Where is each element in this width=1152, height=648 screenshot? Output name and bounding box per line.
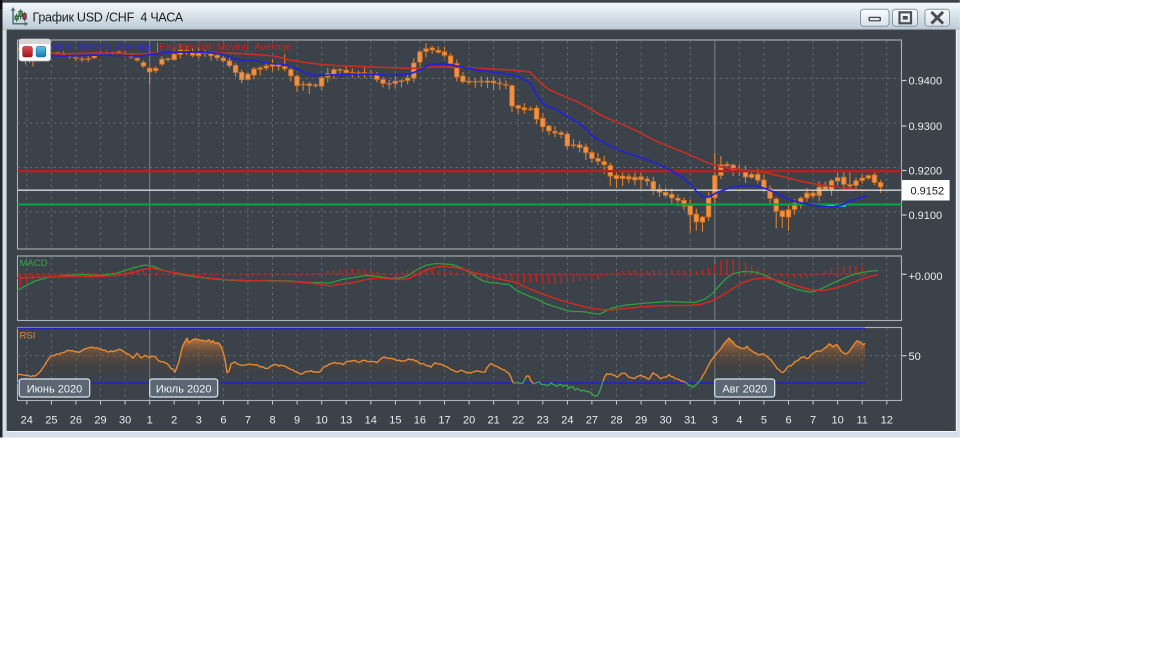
svg-text:7: 7 (810, 415, 816, 427)
svg-text:8: 8 (269, 415, 275, 427)
svg-text:30: 30 (659, 415, 671, 427)
svg-text:24: 24 (21, 415, 33, 427)
svg-text:9: 9 (294, 415, 300, 427)
svg-text:0.9300: 0.9300 (909, 121, 943, 133)
svg-text:10: 10 (316, 415, 328, 427)
svg-text:График USD /CHF 4 ЧАСА: График USD /CHF 4 ЧАСА (33, 10, 184, 24)
svg-text:1: 1 (147, 415, 153, 427)
svg-text:29: 29 (94, 415, 106, 427)
svg-text:0.9400: 0.9400 (909, 76, 943, 88)
svg-text:17: 17 (438, 415, 450, 427)
svg-text:6: 6 (785, 415, 791, 427)
svg-text:14: 14 (365, 415, 377, 427)
svg-text:27: 27 (586, 415, 598, 427)
svg-text:4: 4 (736, 415, 742, 427)
svg-text:12: 12 (881, 415, 893, 427)
svg-text:29: 29 (635, 415, 647, 427)
svg-text:21: 21 (487, 415, 499, 427)
svg-text:0.9100: 0.9100 (909, 210, 943, 222)
svg-text:Июль 2020: Июль 2020 (156, 384, 212, 396)
svg-text:23: 23 (537, 415, 549, 427)
svg-text:20: 20 (463, 415, 475, 427)
svg-text:31: 31 (684, 415, 696, 427)
svg-text:24: 24 (561, 415, 573, 427)
svg-text:6: 6 (220, 415, 226, 427)
svg-text:3: 3 (196, 415, 202, 427)
svg-text:30: 30 (119, 415, 131, 427)
svg-text:MACD: MACD (20, 258, 48, 269)
svg-text:10: 10 (831, 415, 843, 427)
svg-text:11: 11 (856, 415, 867, 427)
svg-text:0.9200: 0.9200 (909, 166, 943, 178)
svg-text:22: 22 (512, 415, 524, 427)
svg-text:3: 3 (712, 415, 718, 427)
svg-text:+0.000: +0.000 (909, 271, 943, 283)
svg-text:Июнь 2020: Июнь 2020 (27, 384, 83, 396)
svg-text:0.9152: 0.9152 (911, 186, 945, 198)
svg-text:Авг 2020: Авг 2020 (722, 384, 767, 396)
svg-text:5: 5 (761, 415, 767, 427)
svg-text:15: 15 (389, 415, 401, 427)
svg-text:16: 16 (414, 415, 426, 427)
svg-text:13: 13 (340, 415, 352, 427)
svg-text:25: 25 (45, 415, 57, 427)
svg-text:Exponential_Moving_Average: Exponential_Moving_Average (159, 42, 292, 53)
svg-text:7: 7 (245, 415, 251, 427)
svg-text:50: 50 (909, 351, 921, 363)
svg-text:26: 26 (70, 415, 82, 427)
svg-text:RSI: RSI (20, 331, 36, 342)
svg-text:28: 28 (610, 415, 622, 427)
svg-text:2: 2 (171, 415, 177, 427)
